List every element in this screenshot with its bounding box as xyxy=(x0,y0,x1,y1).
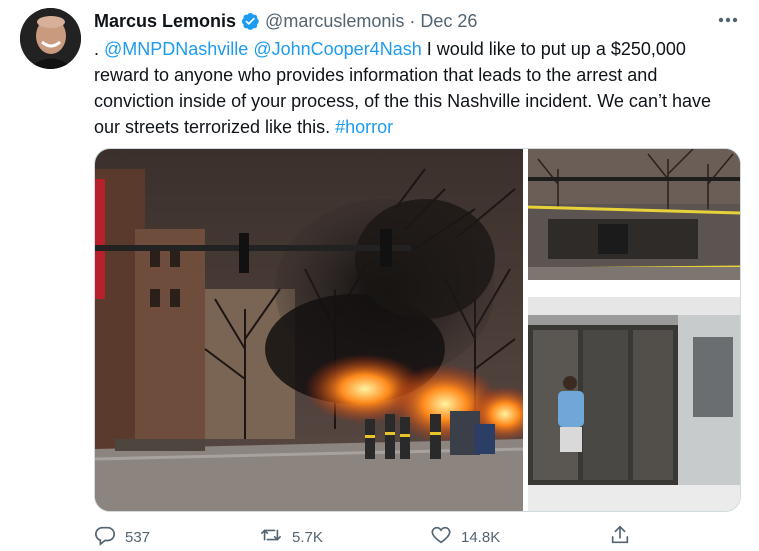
retweet-icon xyxy=(259,524,283,550)
like-count: 14.8K xyxy=(461,528,501,546)
media-grid xyxy=(94,148,741,512)
tweet-actions: 537 5.7K 14.8K xyxy=(94,524,739,550)
header-separator: · xyxy=(409,10,416,31)
share-icon xyxy=(609,524,631,550)
media-photo-surveillance[interactable] xyxy=(528,297,740,511)
avatar-image xyxy=(20,8,81,69)
verified-badge-icon xyxy=(240,11,260,31)
share-button[interactable] xyxy=(609,524,631,550)
avatar[interactable] xyxy=(20,8,81,69)
tweet-text: . @MNPDNashville @JohnCooper4Nash I woul… xyxy=(94,36,734,140)
author-handle[interactable]: @marcuslemonis xyxy=(265,11,404,32)
media-photo-explosion[interactable] xyxy=(95,149,523,511)
retweet-button[interactable]: 5.7K xyxy=(259,524,323,550)
hashtag-horror[interactable]: #horror xyxy=(335,117,393,137)
more-icon[interactable] xyxy=(717,10,739,35)
mention-mnpd[interactable]: @MNPDNashville xyxy=(104,39,248,59)
reply-count: 537 xyxy=(125,528,151,546)
retweet-count: 5.7K xyxy=(292,528,323,546)
heart-icon xyxy=(430,524,452,550)
tweet-date[interactable]: Dec 26 xyxy=(420,11,477,32)
reply-icon xyxy=(94,524,116,550)
like-button[interactable]: 14.8K xyxy=(430,524,500,550)
mention-johncooper[interactable]: @JohnCooper4Nash xyxy=(253,39,421,59)
author-name[interactable]: Marcus Lemonis xyxy=(94,11,236,32)
tweet-prefix: . xyxy=(94,39,105,59)
media-photo-street[interactable] xyxy=(528,149,740,280)
reply-button[interactable]: 537 xyxy=(94,524,150,550)
tweet-header: Marcus Lemonis @marcuslemonis · Dec 26 xyxy=(94,8,739,34)
